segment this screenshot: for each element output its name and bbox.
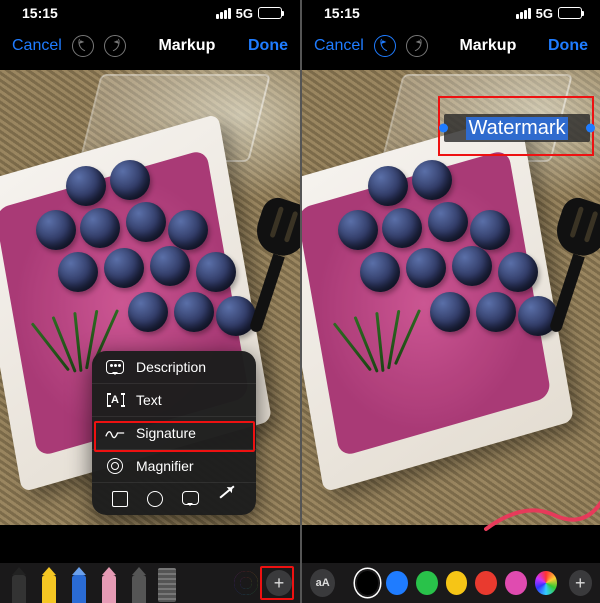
markup-screen-menu: 15:15 5G 81 Cancel Markup Done	[0, 0, 300, 603]
page-title: Markup	[158, 37, 215, 55]
nav-bar: Cancel Markup Done	[0, 26, 300, 66]
battery-icon: 81	[258, 7, 282, 19]
redo-icon[interactable]	[104, 35, 126, 57]
menu-item-magnifier[interactable]: Magnifier	[92, 449, 256, 482]
color-swatch-green[interactable]	[416, 571, 438, 595]
shape-arrow-icon[interactable]	[220, 485, 235, 498]
network-label: 5G	[536, 6, 553, 21]
menu-item-label: Description	[136, 359, 206, 375]
text-style-button[interactable]: aA	[310, 569, 335, 597]
status-time: 15:15	[22, 5, 58, 21]
description-icon	[106, 360, 124, 374]
highlighter-tool[interactable]	[38, 567, 60, 603]
done-button[interactable]: Done	[548, 37, 588, 55]
magnifier-icon	[107, 458, 123, 474]
shapes-row	[92, 482, 256, 515]
undo-icon[interactable]	[72, 35, 94, 57]
text-annotation-field[interactable]: Watermark	[444, 114, 590, 142]
menu-item-label: Text	[136, 392, 162, 408]
signal-bars-icon	[216, 8, 231, 19]
pen-stroke	[484, 495, 600, 535]
pen-tool[interactable]	[8, 567, 30, 603]
color-picker-icon[interactable]	[535, 571, 557, 595]
status-bar: 15:15 5G 81	[0, 0, 300, 26]
selection-handle-left[interactable]	[439, 124, 448, 133]
eraser-tool[interactable]	[98, 567, 120, 603]
menu-item-signature[interactable]: Signature	[92, 416, 256, 449]
color-picker-icon[interactable]	[234, 571, 258, 595]
shape-square-icon[interactable]	[112, 491, 128, 507]
color-swatch-yellow[interactable]	[446, 571, 468, 595]
menu-item-label: Signature	[136, 425, 196, 441]
status-bar: 15:15 5G 81	[302, 0, 600, 26]
lasso-tool[interactable]	[128, 567, 150, 603]
battery-icon: 81	[558, 7, 582, 19]
undo-icon[interactable]	[374, 35, 396, 57]
cancel-button[interactable]: Cancel	[12, 37, 62, 55]
ruler-tool[interactable]	[158, 568, 176, 602]
network-label: 5G	[236, 6, 253, 21]
shape-circle-icon[interactable]	[147, 491, 163, 507]
selection-handle-right[interactable]	[586, 124, 595, 133]
text-icon: A	[107, 393, 124, 407]
menu-item-text[interactable]: A Text	[92, 383, 256, 416]
shape-speech-icon[interactable]	[182, 491, 199, 505]
pencil-tool[interactable]	[68, 567, 90, 603]
done-button[interactable]: Done	[248, 37, 288, 55]
nav-bar: Cancel Markup Done	[302, 26, 600, 66]
markup-toolbar: +	[0, 563, 300, 603]
signal-bars-icon	[516, 8, 531, 19]
color-swatch-red[interactable]	[475, 571, 497, 595]
menu-item-description[interactable]: Description	[92, 351, 256, 383]
text-color-toolbar: aA +	[302, 563, 600, 603]
add-menu-popup: Description A Text Signature Magnifier	[92, 351, 256, 515]
add-button[interactable]: +	[569, 570, 592, 596]
menu-item-label: Magnifier	[136, 458, 194, 474]
markup-screen-text: 15:15 5G 81 Cancel Markup Done	[300, 0, 600, 603]
add-button[interactable]: +	[266, 570, 292, 596]
cancel-button[interactable]: Cancel	[314, 37, 364, 55]
page-title: Markup	[459, 37, 516, 55]
redo-icon[interactable]	[406, 35, 428, 57]
color-swatch-magenta[interactable]	[505, 571, 527, 595]
color-swatch-black[interactable]	[357, 571, 379, 595]
signature-icon	[105, 426, 125, 440]
text-annotation-value: Watermark	[466, 117, 567, 140]
status-time: 15:15	[324, 5, 360, 21]
color-swatch-blue[interactable]	[386, 571, 408, 595]
